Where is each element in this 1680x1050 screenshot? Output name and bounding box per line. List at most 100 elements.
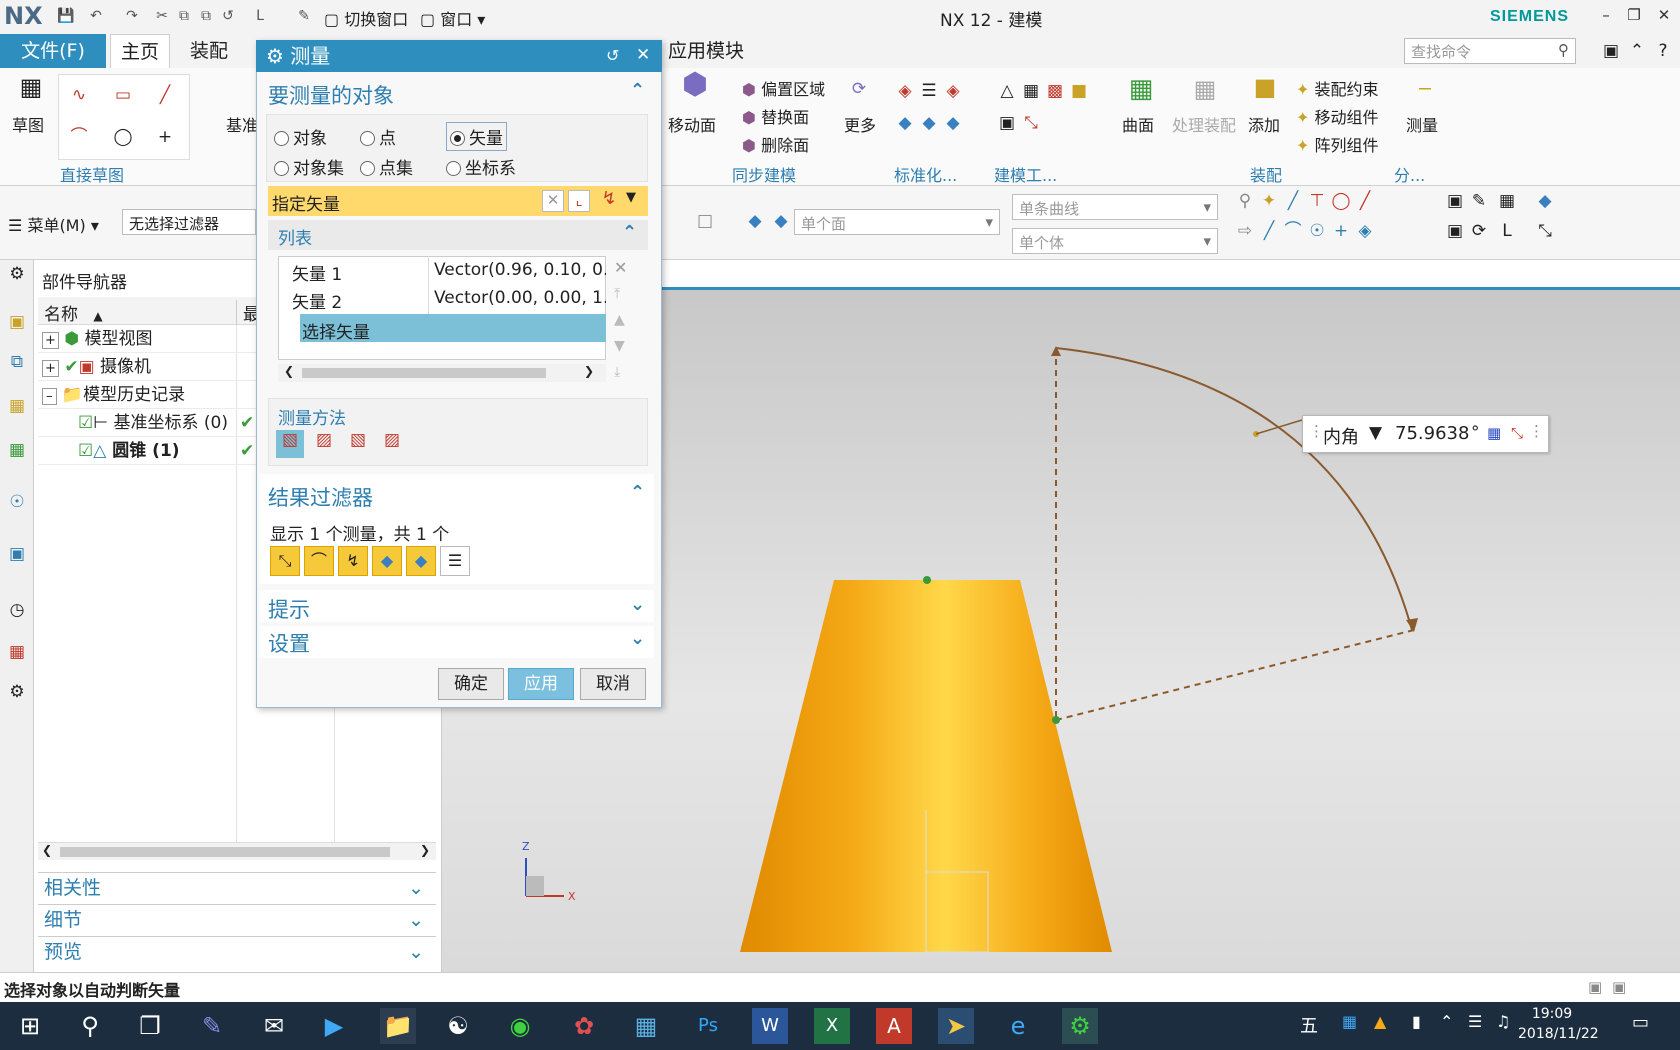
sync-modeling-group[interactable]: 同步建模 [732, 162, 796, 186]
autocad-icon[interactable]: A [876, 1008, 912, 1044]
window-menu-button[interactable]: ▢ 窗口 ▾ [420, 6, 485, 30]
web-browser-icon[interactable]: ☉ [6, 492, 28, 514]
surface-button[interactable]: 曲面 [1122, 112, 1154, 136]
clock-icon[interactable]: ◷ [6, 600, 28, 622]
undo-icon[interactable]: ↶ [86, 6, 106, 26]
view-icon-2[interactable]: ✎ [1468, 190, 1490, 212]
view-icon-7[interactable]: L [1496, 220, 1518, 242]
standard-tool-icon-5[interactable]: ◆ [918, 112, 940, 134]
method-parallel-icon[interactable]: ▨ [310, 430, 338, 458]
standard-tool-icon-1[interactable]: ◈ [894, 80, 916, 102]
datum-button[interactable]: 基准 [226, 112, 258, 136]
triangle-tool-icon[interactable]: △ [996, 80, 1018, 102]
ime-indicator[interactable]: 五 [1300, 1012, 1318, 1038]
point-icon[interactable]: + [154, 126, 176, 148]
select-body-icon[interactable]: ◆ [744, 210, 766, 232]
filter-volume-icon[interactable]: ◆ [406, 546, 436, 576]
ribbon-options-icon[interactable]: ▣ [1600, 40, 1622, 62]
history-icon[interactable]: ▣ [6, 544, 28, 566]
move-up-icon[interactable]: ▲ [614, 312, 625, 328]
standardize-group[interactable]: 标准化... [894, 162, 957, 186]
dependencies-panel[interactable]: 相关性 ⌄ [38, 872, 436, 902]
expand-chevron-icon[interactable]: ⌄ [630, 594, 645, 615]
move-down-icon[interactable]: ▼ [614, 338, 625, 354]
delete-face-button[interactable]: ⬢ 删除面 [742, 132, 809, 156]
arc-icon[interactable]: ⌒ [68, 126, 90, 148]
move-bottom-icon[interactable]: ⤓ [614, 364, 620, 380]
vector-type-icon[interactable]: ↯ [598, 188, 620, 212]
drag-handle-icon[interactable]: ⋮ [1529, 422, 1544, 440]
view-icon-8[interactable]: ⤡ [1534, 220, 1556, 242]
expand-chevron-icon[interactable]: ⌄ [630, 628, 645, 649]
collapse-icon[interactable]: – [42, 388, 57, 405]
method-minimum-icon[interactable]: ▧ [344, 430, 372, 458]
method-projection-icon[interactable]: ▨ [378, 430, 406, 458]
wechat-icon[interactable]: ◉ [502, 1008, 538, 1044]
snap-icon-5[interactable]: ◯ [1330, 190, 1352, 212]
snap-icon-12[interactable]: ◈ [1354, 220, 1376, 242]
snap-icon-4[interactable]: ⊤ [1306, 190, 1328, 212]
line-icon[interactable]: ╱ [154, 84, 176, 106]
view-icon-4[interactable]: ◆ [1534, 190, 1556, 212]
vector-type-dropdown-icon[interactable]: ▼ [626, 190, 636, 205]
body-rule-combo[interactable]: 单个体 ▾ [1012, 228, 1218, 254]
move-face-icon[interactable]: ⬢ [676, 70, 714, 110]
tab-assembly[interactable]: 装配 [180, 34, 238, 68]
ok-button[interactable]: 确定 [438, 668, 504, 700]
list-row-select-vector[interactable]: 选择矢量 [302, 318, 370, 343]
file-menu[interactable]: 文件(F) [0, 34, 106, 68]
snap-icon-9[interactable]: ⌒ [1282, 220, 1304, 242]
battery-icon[interactable]: ▮ [1412, 1012, 1421, 1031]
app-icon-1[interactable]: ✎ [194, 1008, 230, 1044]
photoshop-icon[interactable]: Ps [690, 1008, 726, 1044]
clear-vector-icon[interactable]: ✕ [542, 190, 564, 212]
dimension-tool-icon[interactable]: ⤡ [1020, 112, 1042, 134]
wifi-icon[interactable]: ☰ [1468, 1012, 1482, 1031]
filter-distance-icon[interactable]: ⤡ [270, 546, 300, 576]
rectangle-icon[interactable]: ▭ [112, 84, 134, 106]
save-icon[interactable]: 💾 [56, 6, 76, 26]
standard-tool-icon-4[interactable]: ◆ [894, 112, 916, 134]
collapse-chevron-icon[interactable]: ⌃ [630, 80, 645, 101]
close-dialog-icon[interactable]: ✕ [636, 45, 650, 65]
edge-icon[interactable]: e [1000, 1008, 1036, 1044]
grid-tool-icon[interactable]: ▩ [1044, 80, 1066, 102]
search-icon[interactable]: ⚲ [72, 1008, 108, 1044]
scroll-left-icon[interactable]: ❮ [42, 843, 52, 857]
radio-point[interactable]: 点 [360, 124, 396, 149]
checkbox-checked-icon[interactable]: ☑ [78, 413, 93, 433]
standard-tool-icon-3[interactable]: ◈ [942, 80, 964, 102]
list-row-vector-1[interactable]: 矢量 1 [292, 260, 342, 285]
settings-app-icon[interactable]: ⚙ [1062, 1008, 1098, 1044]
filter-list-icon[interactable]: ☰ [440, 546, 470, 576]
radio-object[interactable]: 对象 [274, 124, 327, 149]
measurement-tag[interactable]: ⋮ 内角 ▼ 75.9638 ° ▦ ⤡ ⋮ [1302, 415, 1549, 453]
snap-icon-11[interactable]: + [1330, 220, 1352, 242]
preview-panel[interactable]: 预览 ⌄ [38, 936, 436, 966]
help-icon[interactable]: ? [1652, 40, 1674, 62]
expand-icon[interactable]: + [42, 360, 59, 377]
radio-vector[interactable]: 矢量 [446, 122, 507, 151]
assembly-group[interactable]: 装配 [1250, 162, 1282, 186]
drag-handle-icon[interactable]: ⋮ [1309, 422, 1324, 440]
scroll-thumb[interactable] [60, 847, 390, 857]
scroll-thumb[interactable] [302, 368, 546, 378]
checkbox-checked-icon[interactable]: ☑ [78, 441, 93, 461]
media-player-icon[interactable]: ▶ [316, 1008, 352, 1044]
measure-icon[interactable]: ⎯ [1410, 75, 1440, 106]
standard-tool-icon-6[interactable]: ◆ [942, 112, 964, 134]
add-button[interactable]: 添加 [1248, 112, 1280, 136]
snap-icon-10[interactable]: ☉ [1306, 220, 1328, 242]
scroll-left-icon[interactable]: ❮ [284, 364, 294, 378]
apply-button[interactable]: 应用 [508, 668, 574, 700]
list-row-vector-2[interactable]: 矢量 2 [292, 288, 342, 313]
filter-angle-icon[interactable]: ⌒ [304, 546, 334, 576]
expression-tool-icon[interactable]: ▣ [996, 112, 1018, 134]
volume-icon[interactable]: ♫ [1496, 1012, 1510, 1031]
task-view-icon[interactable]: ❐ [132, 1008, 168, 1044]
restore-icon[interactable]: ❐ [1620, 6, 1648, 28]
snap-icon-7[interactable]: ⇨ [1234, 220, 1256, 242]
system-materials-icon[interactable]: ▦ [6, 642, 28, 664]
array-component-button[interactable]: ✦ 阵列组件 [1296, 132, 1379, 156]
file-explorer-icon[interactable]: 📁 [380, 1008, 416, 1044]
